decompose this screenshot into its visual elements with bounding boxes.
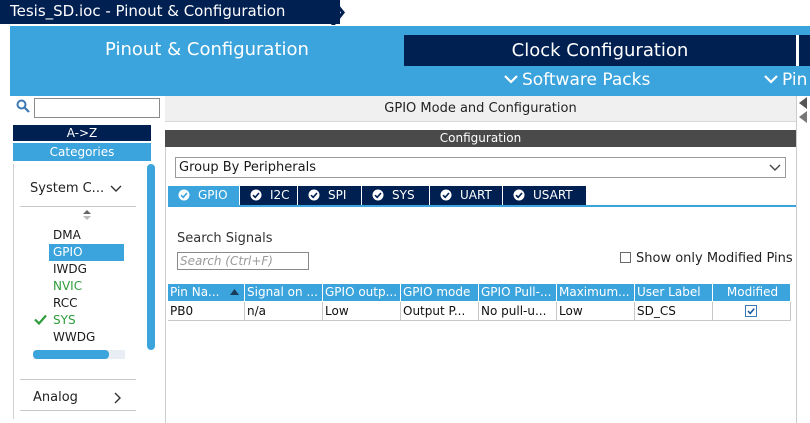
- peripheral-nvic[interactable]: NVIC: [53, 278, 82, 295]
- chevron-left-icon[interactable]: [798, 111, 808, 123]
- tab-i2c-label: I2C: [270, 188, 290, 202]
- search-signals-label: Search Signals: [177, 231, 273, 246]
- chevron-down-icon: [769, 164, 781, 171]
- group-by-select[interactable]: Group By Peripherals: [175, 157, 786, 178]
- chevron-left-icon[interactable]: [798, 97, 808, 109]
- category-system-core[interactable]: System C...: [30, 181, 122, 196]
- peripheral-iwdg[interactable]: IWDG: [53, 261, 87, 278]
- breadcrumb-file[interactable]: Tesis_SD.ioc - Pinout & Configuration: [0, 0, 340, 24]
- tab-gpio-label: GPIO: [198, 188, 228, 202]
- configuration-title: Configuration: [165, 130, 796, 147]
- column-header-user-label[interactable]: User Label: [635, 284, 713, 301]
- check-icon: [250, 189, 262, 201]
- column-header-gpio-output[interactable]: GPIO outp...: [323, 284, 401, 301]
- mode-header: GPIO Mode and Configuration: [165, 96, 796, 122]
- checkbox-box[interactable]: [620, 252, 631, 263]
- chevron-down-icon: [110, 185, 122, 192]
- tab-uart-label: UART: [460, 188, 492, 202]
- tab-uart[interactable]: UART: [430, 186, 502, 205]
- peripheral-dma[interactable]: DMA: [53, 227, 81, 244]
- breadcrumb: Tesis_SD.ioc - Pinout & Configuration: [0, 0, 810, 26]
- category-search-input[interactable]: [34, 98, 160, 118]
- sort-icon[interactable]: [82, 209, 92, 221]
- tab-usart-label: USART: [533, 188, 573, 202]
- peripheral-wwdg[interactable]: WWDG: [53, 329, 95, 346]
- peripheral-gpio[interactable]: GPIO: [49, 244, 124, 261]
- chevron-down-icon: [764, 75, 778, 84]
- column-header-maximum[interactable]: Maximum...: [557, 284, 635, 301]
- peripheral-sys[interactable]: SYS: [53, 312, 76, 329]
- cell-gpio-pull[interactable]: No pull-u...: [479, 302, 557, 321]
- category-analog[interactable]: Analog: [33, 390, 78, 405]
- category-system-core-label: System C...: [30, 181, 105, 196]
- tab-sys-label: SYS: [392, 188, 415, 202]
- right-edge-panel: [796, 96, 810, 423]
- chevron-right-icon[interactable]: [113, 392, 123, 404]
- sort-az-button[interactable]: A->Z: [13, 125, 151, 141]
- modified-checkbox[interactable]: [745, 305, 757, 317]
- check-icon: [440, 189, 452, 201]
- vertical-scrollbar[interactable]: [147, 164, 155, 350]
- cell-maximum[interactable]: Low: [557, 302, 635, 321]
- tab-pinout-configuration[interactable]: Pinout & Configuration: [10, 34, 404, 66]
- pinout-menu-label: Pin: [782, 70, 808, 90]
- show-modified-label: Show only Modified Pins: [636, 251, 793, 266]
- column-header-label: Pin Na...: [170, 285, 220, 299]
- column-header-pin-name[interactable]: Pin Na...: [168, 284, 245, 301]
- cell-user-label[interactable]: SD_CS: [635, 302, 713, 321]
- column-header-gpio-pull[interactable]: GPIO Pull-...: [479, 284, 557, 301]
- check-icon: [747, 308, 755, 315]
- tab-spi-label: SPI: [328, 188, 347, 202]
- show-modified-checkbox[interactable]: Show only Modified Pins: [620, 251, 793, 266]
- tab-usart[interactable]: USART: [503, 186, 586, 205]
- group-by-value: Group By Peripherals: [179, 160, 316, 175]
- tab-gpio[interactable]: GPIO: [168, 186, 239, 205]
- column-header-gpio-mode[interactable]: GPIO mode: [401, 284, 479, 301]
- tab-i2c[interactable]: I2C: [240, 186, 297, 205]
- tab-clock-configuration[interactable]: Clock Configuration: [404, 35, 796, 66]
- software-packs-menu[interactable]: Software Packs: [504, 69, 650, 91]
- check-icon: [513, 189, 525, 201]
- categories-panel: A->Z Categories System C... DMA GPIO IWD…: [10, 96, 162, 423]
- breadcrumb-arrow-icon: [331, 0, 345, 25]
- peripheral-rcc[interactable]: RCC: [53, 295, 78, 312]
- tab-overflow[interactable]: [799, 35, 810, 66]
- check-icon: [308, 189, 320, 201]
- software-packs-label: Software Packs: [522, 70, 651, 90]
- check-icon: [372, 189, 384, 201]
- column-header-signal[interactable]: Signal on ...: [245, 284, 323, 301]
- categories-button[interactable]: Categories: [13, 143, 151, 161]
- chevron-down-icon: [504, 75, 518, 84]
- cell-gpio-mode[interactable]: Output P...: [401, 302, 479, 321]
- horizontal-scrollbar-thumb[interactable]: [33, 350, 109, 359]
- main-tab-bar: Pinout & Configuration Clock Configurati…: [0, 26, 810, 96]
- search-icon: [16, 99, 30, 113]
- check-icon: [34, 314, 47, 325]
- cell-gpio-output[interactable]: Low: [323, 302, 401, 321]
- search-signals-input[interactable]: Search (Ctrl+F): [177, 252, 309, 270]
- column-header-modified[interactable]: Modified: [713, 284, 791, 301]
- tab-sys[interactable]: SYS: [362, 186, 429, 205]
- sort-icon: [230, 289, 239, 295]
- check-icon: [178, 189, 190, 201]
- horizontal-scrollbar[interactable]: [33, 350, 125, 359]
- tab-spi[interactable]: SPI: [298, 186, 361, 205]
- cell-signal[interactable]: n/a: [245, 302, 323, 321]
- cell-pin-name[interactable]: PB0: [168, 302, 245, 321]
- cell-modified[interactable]: [713, 302, 791, 321]
- pinout-menu[interactable]: Pin: [764, 69, 807, 91]
